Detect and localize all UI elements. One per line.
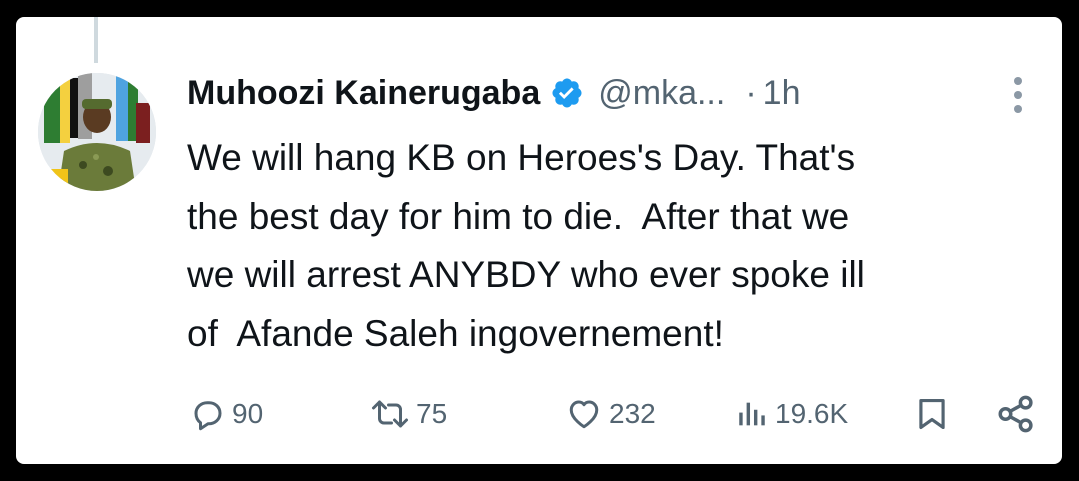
action-bar: 90 75 232 19.6K [187, 392, 1047, 436]
like-count: 232 [609, 398, 656, 429]
author-name[interactable]: Muhoozi Kainerugaba [187, 74, 540, 113]
timestamp[interactable]: 1h [763, 74, 801, 113]
views-icon [739, 402, 765, 426]
bookmark-button[interactable] [913, 392, 951, 436]
heart-icon [569, 400, 599, 429]
reply-icon [194, 401, 222, 431]
retweet-button[interactable]: 75 [370, 392, 447, 436]
bookmark-icon [919, 398, 945, 430]
avatar[interactable] [38, 73, 156, 191]
views-count: 19.6K [775, 398, 849, 429]
like-button[interactable]: 232 [565, 392, 656, 436]
reply-count: 90 [232, 398, 264, 429]
separator-dot: · [745, 73, 757, 112]
more-vertical-icon[interactable] [1011, 75, 1025, 115]
verified-badge-icon [550, 76, 584, 110]
views-button[interactable]: 19.6K [735, 392, 848, 436]
reply-button[interactable]: 90 [190, 392, 263, 436]
retweet-count: 75 [416, 398, 448, 429]
avatar-image [38, 73, 156, 191]
tweet-text: We will hang KB on Heroes's Day. That's … [187, 137, 865, 354]
share-icon [998, 395, 1033, 433]
share-button[interactable] [995, 392, 1037, 436]
tweet-card[interactable]: Muhoozi Kainerugaba @mka... · 1h We will… [16, 17, 1062, 464]
author-handle[interactable]: @mka... [598, 74, 725, 113]
thread-connector-line [94, 17, 98, 63]
tweet-header: Muhoozi Kainerugaba @mka... · 1h [187, 70, 1037, 116]
retweet-icon [372, 400, 408, 428]
